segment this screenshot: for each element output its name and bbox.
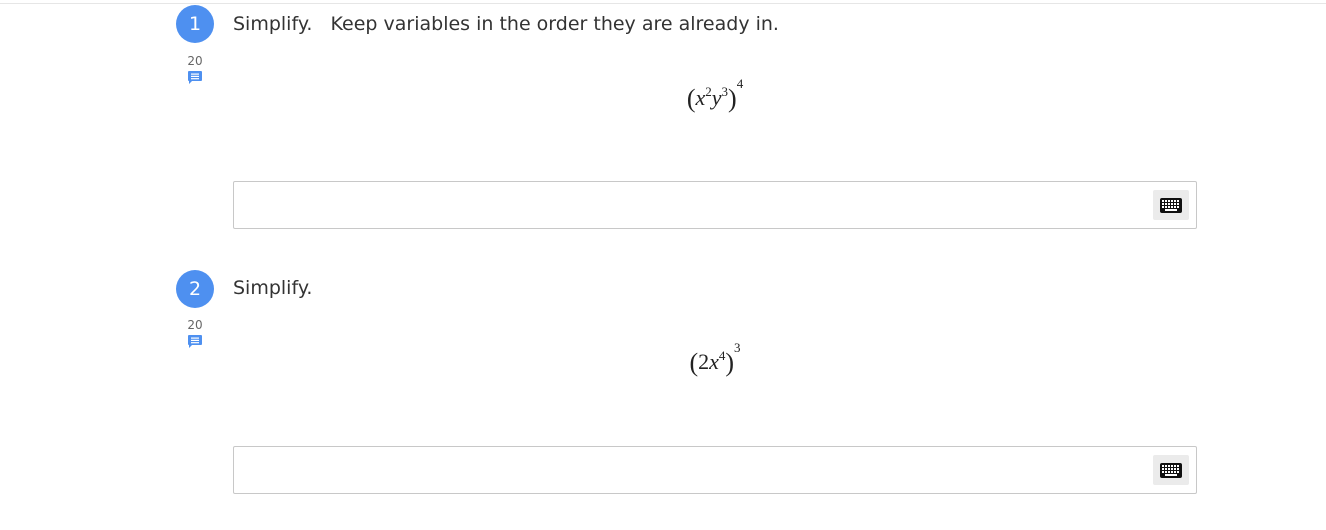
- math-close-paren: ): [725, 348, 735, 377]
- answer-input[interactable]: [233, 181, 1197, 229]
- question-number-badge[interactable]: 2: [176, 270, 214, 308]
- math-keyboard-button[interactable]: [1153, 190, 1189, 220]
- top-divider: [0, 0, 1326, 4]
- math-base-y: y: [711, 85, 722, 110]
- comment-icon[interactable]: [188, 335, 202, 348]
- answer-input[interactable]: [233, 446, 1197, 494]
- math-close-paren: ): [728, 84, 737, 113]
- comment-icon[interactable]: [188, 71, 202, 84]
- math-keyboard-button[interactable]: [1153, 455, 1189, 485]
- math-base-x: x: [709, 349, 719, 374]
- question-points: 20: [187, 318, 203, 332]
- math-expression: (x2y3)4: [233, 77, 1197, 114]
- math-expression: (2x4)3: [233, 341, 1197, 378]
- keyboard-icon: [1160, 197, 1182, 213]
- question-number-badge[interactable]: 1: [176, 5, 214, 43]
- question-prompt: Simplify. Keep variables in the order th…: [233, 13, 779, 35]
- math-open-paren: (: [689, 348, 699, 377]
- math-base-x: x: [695, 85, 706, 110]
- question-prompt: Simplify.: [233, 277, 313, 299]
- math-coefficient: 2: [698, 349, 710, 374]
- question-points: 20: [187, 54, 203, 68]
- math-outer-exponent: 4: [736, 76, 744, 91]
- math-outer-exponent: 3: [734, 340, 741, 355]
- keyboard-icon: [1160, 462, 1182, 478]
